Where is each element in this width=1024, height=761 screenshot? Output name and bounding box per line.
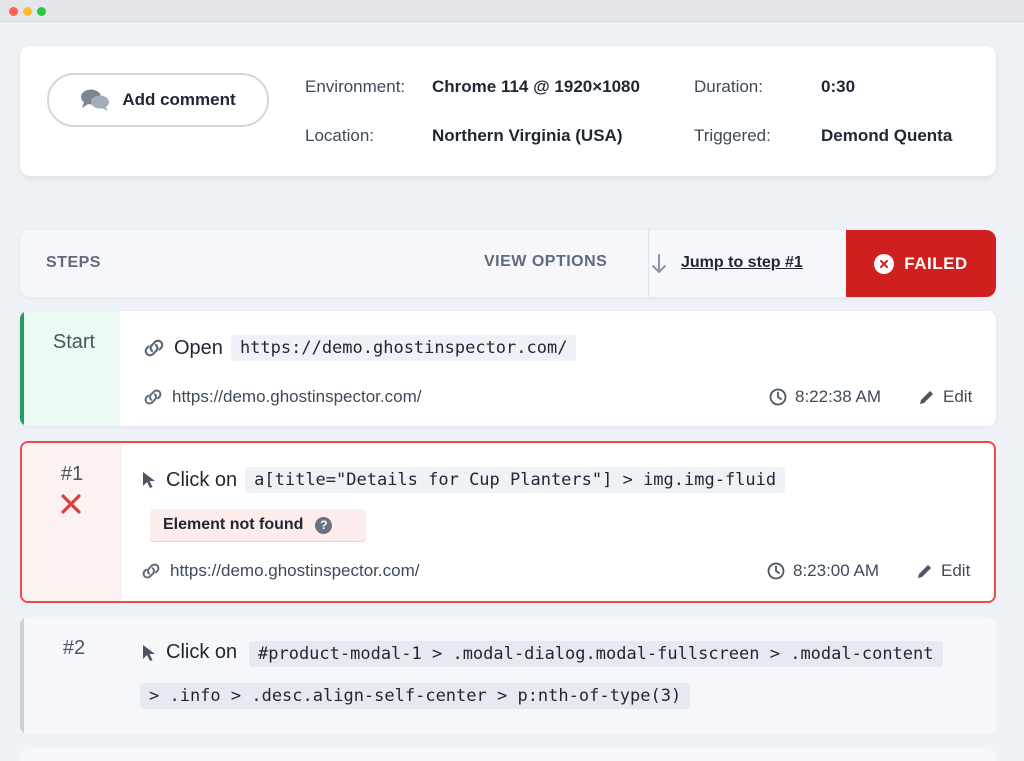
failed-x-icon	[61, 494, 81, 514]
step-number: #2	[62, 637, 86, 659]
triggered-label: Triggered:	[694, 126, 771, 145]
jump-to-step[interactable]: Jump to step #1	[648, 230, 846, 297]
test-result-header: Add comment Environment: Chrome 114 @ 19…	[20, 46, 996, 176]
steps-title: STEPS	[46, 254, 101, 271]
step-url-row: https://demo.ghostinspector.com/	[140, 561, 419, 581]
clock-icon	[767, 562, 785, 580]
arrow-down-icon	[652, 254, 666, 273]
step-action-label: Click on	[166, 468, 238, 491]
step-time-value: 8:22:38 AM	[795, 387, 882, 406]
step-selector-line-1: #product-modal-1 > .modal-dialog.modal-f…	[249, 641, 943, 667]
step-action: Open https://demo.ghostinspector.com/	[142, 335, 577, 361]
x-circle-icon	[874, 253, 895, 274]
edit-step-label: Edit	[941, 561, 971, 580]
failed-status-label: FAILED	[904, 253, 968, 273]
duration-value: 0:30	[821, 77, 856, 96]
step-url[interactable]: https://demo.ghostinspector.com/	[172, 387, 421, 407]
step-number: #1	[60, 463, 84, 485]
pencil-icon	[918, 565, 931, 578]
link-icon	[144, 339, 164, 357]
step-url[interactable]: https://demo.ghostinspector.com/	[170, 561, 419, 581]
edit-step-button[interactable]: Edit	[918, 387, 972, 407]
view-options-button[interactable]: VIEW OPTIONS	[484, 253, 607, 271]
link-icon	[144, 389, 162, 405]
step-selector: https://demo.ghostinspector.com/	[230, 335, 577, 361]
step-selector: a[title="Details for Cup Planters"] > im…	[245, 467, 786, 493]
step-action: Click on	[140, 641, 237, 664]
step-3[interactable]	[20, 748, 996, 761]
step-action-label: Open	[174, 336, 223, 359]
step-gutter: #2	[20, 617, 120, 734]
step-action: Click on a[title="Details for Cup Plante…	[140, 467, 786, 493]
step-selector-line-2: > .info > .desc.align-self-center > p:nt…	[140, 683, 691, 709]
step-gutter: #1	[22, 443, 122, 601]
environment-label: Environment:	[305, 77, 406, 96]
comment-bubbles-icon	[81, 89, 110, 111]
clock-icon	[769, 388, 787, 406]
step-action-label: Click on	[166, 641, 238, 663]
step-time-value: 8:23:00 AM	[793, 561, 880, 580]
jump-to-step-link[interactable]: Jump to step #1	[681, 254, 803, 272]
step-time: 8:22:38 AM	[769, 387, 881, 407]
step-time: 8:23:00 AM	[767, 561, 879, 581]
add-comment-button[interactable]: Add comment	[47, 73, 269, 127]
minimize-window-button[interactable]	[23, 7, 32, 16]
step-start[interactable]: Start Open https://demo.ghostinspector.c…	[20, 311, 996, 426]
window-titlebar	[0, 0, 1024, 22]
step-number: Start	[52, 331, 96, 353]
environment-value: Chrome 114 @ 1920×1080	[432, 77, 640, 96]
help-icon[interactable]: ?	[315, 516, 333, 534]
link-icon	[142, 563, 160, 579]
error-message: Element not found	[163, 516, 304, 533]
triggered-value: Demond Quenta	[821, 126, 953, 145]
step-1[interactable]: #1 Click on a[title="Details for Cup Pla…	[20, 441, 996, 603]
error-badge: Element not found ?	[150, 509, 366, 541]
location-value: Northern Virginia (USA)	[432, 126, 623, 145]
maximize-window-button[interactable]	[37, 7, 46, 16]
failed-status-badge: FAILED	[846, 230, 996, 297]
steps-toolbar: STEPS VIEW OPTIONS Jump to step #1 FAILE…	[20, 230, 996, 297]
step-url-row: https://demo.ghostinspector.com/	[142, 387, 421, 407]
add-comment-label: Add comment	[122, 90, 236, 109]
pencil-icon	[920, 391, 933, 404]
step-gutter: Start	[20, 311, 120, 426]
edit-step-label: Edit	[943, 387, 973, 406]
cursor-icon	[143, 472, 155, 488]
step-2[interactable]: #2 Click on #product-modal-1 > .modal-di…	[20, 617, 996, 734]
cursor-icon	[143, 644, 155, 661]
duration-label: Duration:	[694, 77, 763, 96]
close-window-button[interactable]	[9, 7, 18, 16]
edit-step-button[interactable]: Edit	[916, 561, 970, 581]
location-label: Location:	[305, 126, 374, 145]
